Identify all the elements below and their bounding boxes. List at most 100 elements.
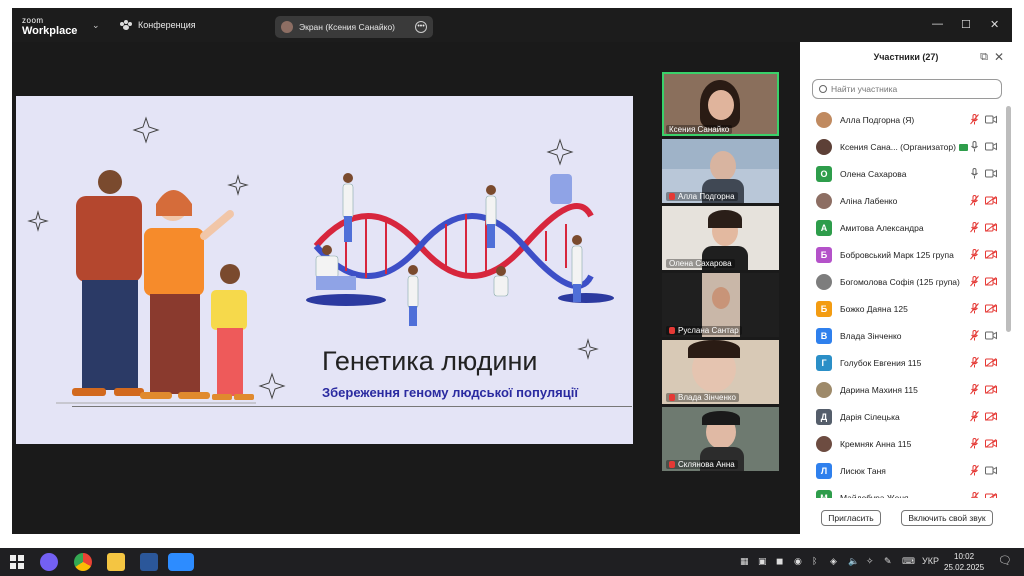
camera-icon[interactable] xyxy=(985,142,997,151)
camera-off-icon[interactable] xyxy=(985,493,997,498)
participant-name-text: Голубок Евгения 115 xyxy=(840,357,922,368)
keyboard-icon[interactable]: ⌨ xyxy=(902,556,915,567)
mic-muted-icon[interactable] xyxy=(970,249,979,260)
participant-row[interactable]: А Амитова Александра xyxy=(800,214,1006,241)
mic-muted-icon[interactable] xyxy=(970,384,979,395)
mic-icon[interactable] xyxy=(970,141,979,152)
tray-app-icon[interactable]: ▦ xyxy=(740,556,749,567)
chrome-icon[interactable] xyxy=(74,553,92,571)
camera-off-icon[interactable] xyxy=(985,385,997,394)
mic-muted-icon[interactable] xyxy=(970,411,979,422)
search-input[interactable] xyxy=(831,84,991,94)
video-tile[interactable]: Влада Зінченко xyxy=(662,340,779,404)
chevron-down-icon[interactable]: ⌄ xyxy=(92,20,100,31)
participant-name-text: Амитова Александра xyxy=(840,222,924,233)
tray-app-icon[interactable]: ▣ xyxy=(758,556,767,567)
participant-row[interactable]: М Майдебура Женя xyxy=(800,484,1006,498)
volume-icon[interactable]: 🔈 xyxy=(848,556,859,567)
camera-icon[interactable] xyxy=(985,169,997,178)
mic-muted-icon[interactable] xyxy=(970,465,979,476)
close-panel-icon[interactable]: ✕ xyxy=(994,42,1004,72)
tray-app-icon[interactable]: ◼ xyxy=(776,556,783,567)
zoom-logo[interactable]: zoom Workplace xyxy=(22,16,77,37)
tray-app-icon[interactable]: ✧ xyxy=(866,556,874,567)
notifications-icon[interactable]: 🗨 xyxy=(998,554,1012,567)
unmute-button[interactable]: Включить свой звук xyxy=(901,510,993,526)
word-icon[interactable] xyxy=(140,553,158,571)
invite-button[interactable]: Пригласить xyxy=(821,510,881,526)
zoom-app-icon[interactable] xyxy=(168,553,194,571)
windows-start-icon[interactable] xyxy=(8,553,26,571)
video-tile[interactable]: Склянова Анна xyxy=(662,407,779,471)
participants-panel: Участники (27) ⧉ ✕ Алла Подгорна (Я) Ксен… xyxy=(800,42,1012,534)
scrollbar[interactable] xyxy=(1006,106,1011,332)
mic-muted-icon[interactable] xyxy=(970,357,979,368)
participant-row[interactable]: Б Божко Даяна 125 xyxy=(800,295,1006,322)
video-tile[interactable]: Алла Подгорна xyxy=(662,139,779,203)
mic-muted-icon[interactable] xyxy=(970,114,979,125)
slide-divider xyxy=(72,406,632,407)
mic-muted-icon[interactable] xyxy=(970,330,979,341)
participant-row[interactable]: О Олена Сахарова xyxy=(800,160,1006,187)
participant-name: Богомолова Софія (125 група) xyxy=(840,277,960,287)
mic-muted-icon[interactable] xyxy=(970,276,979,287)
panel-header: Участники (27) ⧉ ✕ xyxy=(800,42,1012,72)
logo-line1: zoom xyxy=(22,16,44,25)
participant-name: Аліна Лабенко xyxy=(840,196,897,206)
more-options-icon[interactable]: ••• xyxy=(415,21,427,33)
language-indicator[interactable]: УКР xyxy=(922,556,939,566)
mic-muted-icon[interactable] xyxy=(970,303,979,314)
screen-share-indicator[interactable]: Экран (Ксения Санайко) ••• xyxy=(275,16,433,38)
participant-row[interactable]: Л Лисюк Таня xyxy=(800,457,1006,484)
mic-muted-icon[interactable] xyxy=(970,492,979,498)
camera-icon[interactable] xyxy=(985,331,997,340)
camera-icon[interactable] xyxy=(985,115,997,124)
shared-slide: Генетика людини Збереження геному людськ… xyxy=(16,96,633,444)
bluetooth-icon[interactable]: ᛒ xyxy=(812,556,817,566)
tray-app-icon[interactable]: ✎ xyxy=(884,556,892,567)
participant-row[interactable]: Ксения Сана... (Организатор) xyxy=(800,133,1006,160)
participant-row[interactable]: Г Голубок Евгения 115 xyxy=(800,349,1006,376)
mic-icon[interactable] xyxy=(970,168,979,179)
file-explorer-icon[interactable] xyxy=(107,553,125,571)
participant-row[interactable]: Д Дарія Сілецька xyxy=(800,403,1006,430)
viber-icon[interactable] xyxy=(40,553,58,571)
mic-muted-icon[interactable] xyxy=(970,438,979,449)
conference-label: Конференция xyxy=(138,20,196,30)
video-tile[interactable]: Руслана Сантар xyxy=(662,273,779,337)
system-clock[interactable]: 10:02 25.02.2025 xyxy=(944,551,984,573)
camera-icon[interactable] xyxy=(985,466,997,475)
participant-search[interactable] xyxy=(812,79,1002,99)
participant-avatar: М xyxy=(816,489,832,498)
participant-row[interactable]: Алла Подгорна (Я) xyxy=(800,106,1006,133)
tray-app-icon[interactable]: ◉ xyxy=(794,556,802,567)
mic-muted-icon[interactable] xyxy=(970,195,979,206)
conference-menu[interactable]: Конференция xyxy=(120,20,196,30)
close-icon[interactable]: ✕ xyxy=(990,18,999,31)
camera-off-icon[interactable] xyxy=(985,196,997,205)
camera-off-icon[interactable] xyxy=(985,358,997,367)
participant-row[interactable]: Аліна Лабенко xyxy=(800,187,1006,214)
pop-out-icon[interactable]: ⧉ xyxy=(980,42,988,72)
participant-name: Дарина Махиня 115 xyxy=(840,385,918,395)
participant-row[interactable]: Дарина Махиня 115 xyxy=(800,376,1006,403)
video-tile[interactable]: Ксения Санайко xyxy=(662,72,779,136)
maximize-icon[interactable]: ☐ xyxy=(961,18,971,31)
participant-row[interactable]: Богомолова Софія (125 група) xyxy=(800,268,1006,295)
camera-off-icon[interactable] xyxy=(985,277,997,286)
camera-off-icon[interactable] xyxy=(985,223,997,232)
minimize-icon[interactable]: — xyxy=(932,18,943,30)
tray-app-icon[interactable]: ◈ xyxy=(830,556,837,567)
camera-off-icon[interactable] xyxy=(985,250,997,259)
mic-muted-icon[interactable] xyxy=(970,222,979,233)
participant-row[interactable]: В Влада Зінченко xyxy=(800,322,1006,349)
camera-off-icon[interactable] xyxy=(985,439,997,448)
camera-off-icon[interactable] xyxy=(985,304,997,313)
camera-off-icon[interactable] xyxy=(985,412,997,421)
video-tile[interactable]: Олена Сахарова xyxy=(662,206,779,270)
panel-title: Участники (27) xyxy=(873,52,939,62)
participant-avatar xyxy=(816,381,832,398)
participant-row[interactable]: Кремняк Анна 115 xyxy=(800,430,1006,457)
participant-row[interactable]: Б Бобровський Марк 125 група xyxy=(800,241,1006,268)
title-bar: zoom Workplace ⌄ Конференция Экран (Ксен… xyxy=(12,8,1012,42)
